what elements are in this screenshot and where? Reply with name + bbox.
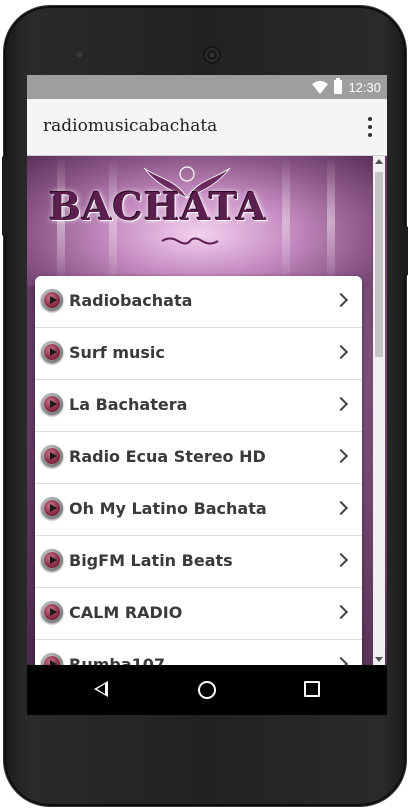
- recents-icon[interactable]: [304, 681, 320, 697]
- earpiece-speaker: [203, 46, 221, 64]
- chevron-right-icon: [333, 448, 349, 464]
- station-label: Rumba107: [69, 655, 166, 665]
- list-item[interactable]: Rumba107: [35, 640, 362, 665]
- chevron-right-icon: [333, 396, 349, 412]
- play-icon: [41, 341, 63, 363]
- list-item[interactable]: Oh My Latino Bachata: [35, 484, 362, 536]
- station-label: CALM RADIO: [69, 603, 183, 622]
- chevron-right-icon: [333, 656, 349, 665]
- station-label: Radiobachata: [69, 291, 193, 310]
- station-label: Oh My Latino Bachata: [69, 499, 267, 518]
- play-icon: [41, 653, 63, 665]
- list-item[interactable]: La Bachatera: [35, 380, 362, 432]
- app-title: radiomusicabachata: [43, 116, 218, 136]
- status-icons: 12:30: [312, 78, 381, 96]
- chevron-right-icon: [333, 344, 349, 360]
- station-label: Radio Ecua Stereo HD: [69, 447, 266, 466]
- station-label: La Bachatera: [69, 395, 188, 414]
- list-item[interactable]: CALM RADIO: [35, 588, 362, 640]
- volume-button: [2, 156, 6, 236]
- scroll-down-icon[interactable]: [375, 657, 383, 662]
- list-item[interactable]: Surf music: [35, 328, 362, 380]
- overflow-menu-icon[interactable]: [365, 117, 375, 137]
- main-content[interactable]: BACHATA Radiobachata Surf music La Bacha…: [27, 156, 387, 665]
- app-bar: radiomusicabachata: [27, 99, 387, 156]
- status-time: 12:30: [348, 79, 381, 95]
- station-label: Surf music: [69, 343, 165, 362]
- chevron-right-icon: [333, 292, 349, 308]
- banner-logo-text: BACHATA: [49, 184, 267, 229]
- chevron-right-icon: [333, 500, 349, 516]
- list-item[interactable]: BigFM Latin Beats: [35, 536, 362, 588]
- ornament-icon: [161, 237, 219, 245]
- power-button: [404, 226, 408, 276]
- front-camera: [75, 50, 84, 59]
- play-icon: [41, 549, 63, 571]
- navigation-bar: [27, 665, 387, 715]
- banner-image: BACHATA: [27, 156, 372, 286]
- status-bar: 12:30: [27, 75, 387, 99]
- list-item[interactable]: Radiobachata: [35, 276, 362, 328]
- station-label: BigFM Latin Beats: [69, 551, 233, 570]
- wifi-icon: [312, 80, 329, 94]
- scroll-up-icon[interactable]: [375, 159, 383, 164]
- chevron-right-icon: [333, 552, 349, 568]
- play-icon: [41, 289, 63, 311]
- phone-screen: 12:30 radiomusicabachata BACHATA Radioba…: [27, 75, 387, 715]
- chevron-right-icon: [333, 604, 349, 620]
- back-icon[interactable]: [94, 681, 108, 697]
- station-list: Radiobachata Surf music La Bachatera Rad…: [35, 276, 362, 665]
- play-icon: [41, 393, 63, 415]
- list-item[interactable]: Radio Ecua Stereo HD: [35, 432, 362, 484]
- play-icon: [41, 445, 63, 467]
- home-icon[interactable]: [198, 681, 216, 699]
- scroll-thumb[interactable]: [375, 172, 383, 357]
- play-icon: [41, 497, 63, 519]
- scrollbar[interactable]: [373, 156, 385, 665]
- play-icon: [41, 601, 63, 623]
- battery-icon: [334, 78, 343, 94]
